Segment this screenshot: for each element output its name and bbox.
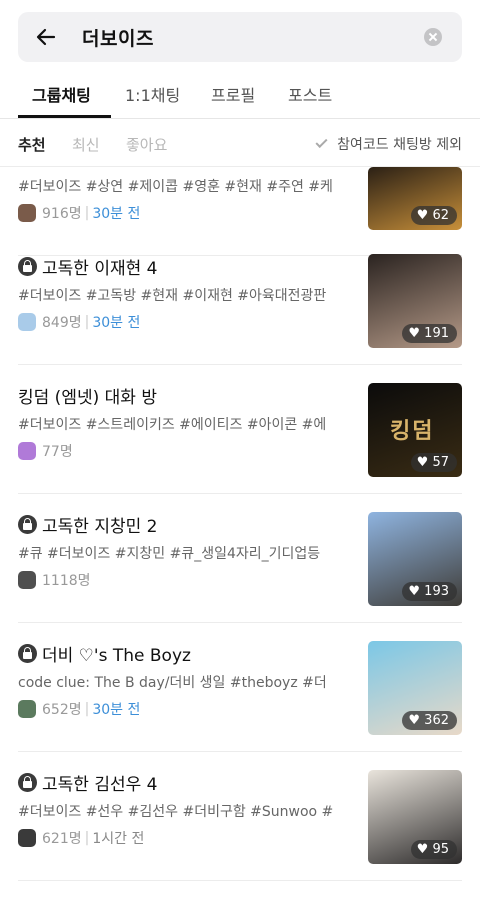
search-query[interactable]: 더보이즈 <box>82 24 154 51</box>
tab-group-chat[interactable]: 그룹채팅 <box>32 82 91 106</box>
lock-icon <box>18 514 37 534</box>
last-active-time: 30분 전 <box>92 206 141 222</box>
heart-icon: ♥ <box>408 584 421 599</box>
last-active-time: 30분 전 <box>92 702 141 718</box>
filter-latest[interactable]: 최신 <box>72 134 100 155</box>
tab-profile[interactable]: 프로필 <box>211 82 255 106</box>
room-title: 고독한 김선우 4 <box>42 774 158 795</box>
room-thumbnail[interactable]: ♥ 362 <box>368 641 462 735</box>
member-count: 621명 <box>42 831 82 847</box>
check-icon <box>315 135 328 149</box>
filter-recommended[interactable]: 추천 <box>18 134 46 155</box>
chat-room-item[interactable]: 킹덤 (엠넷) 대화 방 #더보이즈 #스트레이키즈 #에이티즈 #아이콘 #에 7… <box>0 365 480 494</box>
exclude-code-rooms-label: 참여코드 채팅방 제외 <box>337 137 462 153</box>
room-meta: 621명 | 1시간 전 <box>18 828 144 848</box>
room-meta: 77명 <box>18 441 73 461</box>
like-badge: ♥ 191 <box>402 324 457 343</box>
like-count: 57 <box>432 455 449 470</box>
meta-separator: | <box>84 205 90 221</box>
member-count: 1118명 <box>42 573 91 589</box>
chat-room-item[interactable]: 더비 ♡'s The Boyz code clue: The B day/더비 생… <box>0 623 480 752</box>
member-avatar <box>18 700 36 718</box>
lock-icon <box>18 643 37 663</box>
room-title-row: 고독한 이재현 4 <box>18 254 158 279</box>
like-count: 193 <box>424 584 449 599</box>
heart-icon: ♥ <box>416 842 429 857</box>
room-title-row: 더비 ♡'s The Boyz <box>18 641 191 666</box>
room-tags: #더보이즈 #스트레이키즈 #에이티즈 #아이콘 #에 <box>18 417 327 433</box>
back-arrow-icon[interactable] <box>34 25 58 49</box>
room-thumbnail[interactable]: ♥ 191 <box>368 254 462 348</box>
meta-separator: | <box>84 830 90 846</box>
meta-separator: | <box>84 314 90 330</box>
heart-icon: ♥ <box>408 326 421 341</box>
meta-separator: | <box>84 701 90 717</box>
room-meta: 652명 | 30분 전 <box>18 699 140 719</box>
like-count: 95 <box>432 842 449 857</box>
member-count: 849명 <box>42 315 82 331</box>
room-tags: #더보이즈 #고독방 #현재 #이재현 #아육대전광판 <box>18 288 327 304</box>
room-tags: #큐 #더보이즈 #지창민 #큐_생일4자리_기디업등 <box>18 546 321 562</box>
room-title-row: 고독한 김선우 4 <box>18 770 158 795</box>
room-meta: 849명 | 30분 전 <box>18 312 140 332</box>
like-badge: ♥ 62 <box>410 206 457 225</box>
like-count: 62 <box>432 208 449 223</box>
chat-room-list: #더보이즈 #상연 #제이콥 #영훈 #현재 #주연 #케 916명 | 30분 전 ♥… <box>0 167 480 903</box>
heart-icon: ♥ <box>416 455 429 470</box>
member-avatar <box>18 313 36 331</box>
member-count: 77명 <box>42 444 73 460</box>
room-tags: #더보이즈 #상연 #제이콥 #영훈 #현재 #주연 #케 <box>18 179 333 195</box>
room-meta: 916명 | 30분 전 <box>18 203 140 223</box>
last-active-time: 1시간 전 <box>92 831 145 847</box>
lock-icon <box>18 772 37 792</box>
room-thumbnail[interactable]: ♥ 62 <box>368 167 462 230</box>
like-badge: ♥ 362 <box>402 711 457 730</box>
room-title-row: 고독한 지창민 2 <box>18 512 158 537</box>
last-active-time: 30분 전 <box>92 315 141 331</box>
room-tags: #더보이즈 #선우 #김선우 #더비구함 #Sunwoo # <box>18 804 334 820</box>
room-thumbnail[interactable]: ♥ 95 <box>368 770 462 864</box>
thumbnail-logo-text: 킹덤 <box>390 419 435 444</box>
member-avatar <box>18 829 36 847</box>
room-meta: 1118명 <box>18 570 91 590</box>
like-badge: ♥ 57 <box>410 453 457 472</box>
member-count: 652명 <box>42 702 82 718</box>
chat-room-item[interactable]: 고독한 김선우 4 #더보이즈 #선우 #김선우 #더비구함 #Sunwoo # 6… <box>0 752 480 881</box>
room-tags: code clue: The B day/더비 생일 #theboyz #더 <box>18 675 327 691</box>
tab-post[interactable]: 포스트 <box>288 82 332 106</box>
room-title: 고독한 이재현 4 <box>42 258 158 279</box>
lock-icon <box>18 256 37 276</box>
search-bar[interactable]: 더보이즈 <box>18 12 462 62</box>
chat-room-item[interactable]: 고독한 이재현 4 #더보이즈 #고독방 #현재 #이재현 #아육대전광판 849명… <box>0 236 480 365</box>
item-divider <box>18 880 462 881</box>
like-badge: ♥ 193 <box>402 582 457 601</box>
member-avatar <box>18 204 36 222</box>
clear-icon[interactable] <box>424 28 442 46</box>
chat-room-item[interactable]: 고독한 지창민 2 #큐 #더보이즈 #지창민 #큐_생일4자리_기디업등 1118… <box>0 494 480 623</box>
like-count: 191 <box>424 326 449 341</box>
room-title: 킹덤 (엠넷) 대화 방 <box>18 387 157 408</box>
member-avatar <box>18 442 36 460</box>
filter-bar: 추천 최신 좋아요 참여코드 채팅방 제외 <box>18 132 462 156</box>
tab-one-on-one-chat[interactable]: 1:1채팅 <box>125 82 180 106</box>
room-title-row: 킹덤 (엠넷) 대화 방 <box>18 383 157 408</box>
heart-icon: ♥ <box>408 713 421 728</box>
exclude-code-rooms-toggle[interactable]: 참여코드 채팅방 제외 <box>315 134 462 154</box>
heart-icon: ♥ <box>416 208 429 223</box>
tabs-divider <box>0 118 480 119</box>
filter-likes[interactable]: 좋아요 <box>126 134 167 155</box>
room-title: 더비 ♡'s The Boyz <box>42 645 191 666</box>
room-title: 고독한 지창민 2 <box>42 516 158 537</box>
like-count: 362 <box>424 713 449 728</box>
room-thumbnail[interactable]: ♥ 193 <box>368 512 462 606</box>
like-badge: ♥ 95 <box>410 840 457 859</box>
member-avatar <box>18 571 36 589</box>
room-thumbnail[interactable]: 킹덤 ♥ 57 <box>368 383 462 477</box>
tab-bar: 그룹채팅 1:1채팅 프로필 포스트 <box>18 78 462 118</box>
member-count: 916명 <box>42 206 82 222</box>
